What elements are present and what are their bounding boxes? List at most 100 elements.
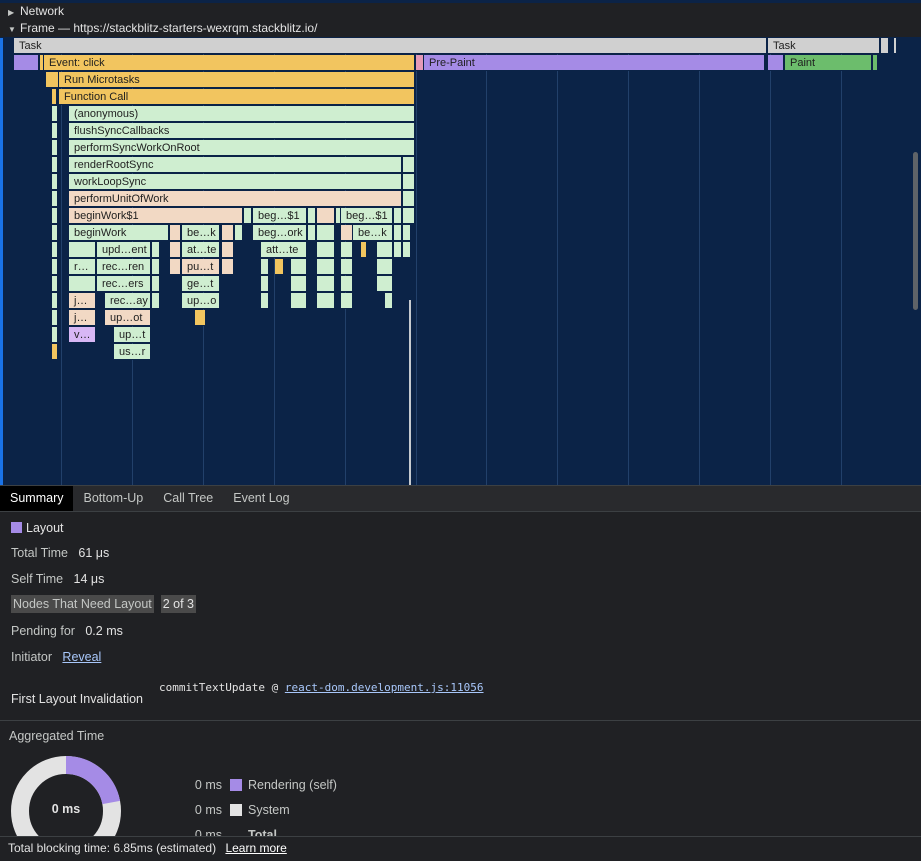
reveal-link[interactable]: Reveal <box>62 650 101 664</box>
flame-layout[interactable] <box>768 55 784 71</box>
flame-fn[interactable] <box>52 310 58 326</box>
flame-fn[interactable] <box>377 276 393 292</box>
flame-fn[interactable] <box>52 259 58 275</box>
flame-get-t[interactable]: ge…t <box>182 276 220 292</box>
flame-fn[interactable] <box>341 276 353 292</box>
flame-function-call[interactable]: Function Call <box>59 89 415 105</box>
flame-fn[interactable] <box>52 174 58 190</box>
flame-fn[interactable] <box>52 293 58 309</box>
flame-render-root-sync[interactable]: renderRootSync <box>69 157 402 173</box>
flame-fn[interactable] <box>403 208 415 224</box>
flame-begin-work-k1[interactable]: be…k <box>182 225 220 241</box>
flame-style[interactable] <box>416 55 424 71</box>
flame-fn[interactable] <box>152 259 160 275</box>
flame-flush-sync-callbacks[interactable]: flushSyncCallbacks <box>69 123 415 139</box>
flame-fn[interactable] <box>341 242 353 258</box>
flame-update-component[interactable]: upd…ent <box>97 242 151 258</box>
flame-fn[interactable] <box>403 225 411 241</box>
flame-push-t[interactable]: pu…t <box>182 259 220 275</box>
flame-fn[interactable] <box>403 157 415 173</box>
flame-fn[interactable] <box>361 242 367 258</box>
flame-fn[interactable] <box>170 225 181 241</box>
flame-fn[interactable] <box>152 293 160 309</box>
flame-reconcile-ay[interactable]: rec…ay <box>105 293 151 309</box>
flame-fn[interactable] <box>291 293 307 309</box>
flame-paint[interactable]: Paint <box>785 55 872 71</box>
flame-fn[interactable] <box>317 208 335 224</box>
flame-fn[interactable] <box>341 225 353 241</box>
flame-begin-work-ork[interactable]: beg…ork <box>253 225 307 241</box>
flame-layout-selected[interactable] <box>14 55 39 71</box>
flame-fn[interactable] <box>52 123 58 139</box>
flame-begin-work-1c[interactable]: beg…$1 <box>341 208 393 224</box>
flame-fn[interactable] <box>52 327 58 343</box>
flame-fn[interactable] <box>341 259 353 275</box>
flame-j2[interactable]: j… <box>69 310 96 326</box>
flame-script[interactable] <box>46 72 59 88</box>
flame-v[interactable]: v… <box>69 327 96 343</box>
flame-up-o[interactable]: up…o <box>182 293 220 309</box>
flame-fn[interactable] <box>403 191 415 207</box>
flame-fn[interactable] <box>317 293 335 309</box>
flame-fn[interactable] <box>377 242 393 258</box>
flame-up-t[interactable]: up…t <box>114 327 151 343</box>
flame-up-ot[interactable]: up…ot <box>105 310 151 326</box>
tab-bottom-up[interactable]: Bottom-Up <box>73 486 153 511</box>
flame-run-microtasks[interactable]: Run Microtasks <box>59 72 415 88</box>
flame-begin-work-1[interactable]: beginWork$1 <box>69 208 243 224</box>
flame-fn[interactable] <box>291 259 307 275</box>
flame-fn[interactable] <box>244 208 252 224</box>
flame-fn[interactable] <box>69 242 96 258</box>
flame-script[interactable] <box>52 89 57 105</box>
flame-fn[interactable] <box>308 208 316 224</box>
flame-fn[interactable] <box>261 293 269 309</box>
tab-call-tree[interactable]: Call Tree <box>153 486 223 511</box>
flame-fn[interactable] <box>195 310 206 326</box>
flame-pre-paint[interactable]: Pre-Paint <box>424 55 765 71</box>
flame-fn[interactable] <box>52 344 58 360</box>
flame-anonymous[interactable]: (anonymous) <box>69 106 415 122</box>
flame-fn[interactable] <box>341 293 353 309</box>
flame-fn[interactable] <box>222 225 234 241</box>
flame-fn[interactable] <box>52 225 58 241</box>
tab-event-log[interactable]: Event Log <box>223 486 299 511</box>
flame-fn[interactable] <box>261 259 269 275</box>
flame-fn[interactable] <box>222 259 234 275</box>
flame-fn[interactable] <box>52 140 58 156</box>
frame-track-header[interactable]: ▼ Frame — https://stackblitz-starters-wex… <box>0 20 921 37</box>
flame-us-r[interactable]: us…r <box>114 344 151 360</box>
flame-attach-te[interactable]: at…te <box>182 242 220 258</box>
flame-task[interactable] <box>881 38 889 54</box>
flame-fn[interactable] <box>170 259 181 275</box>
flame-fn[interactable] <box>170 242 181 258</box>
timeline-scrollbar[interactable] <box>913 152 918 310</box>
flame-fn[interactable] <box>394 225 402 241</box>
flame-task[interactable]: Task <box>768 38 880 54</box>
flame-chart[interactable]: ▶ Network ▼ Frame — https://stackblitz-sta… <box>0 0 921 485</box>
flame-fn[interactable] <box>152 276 160 292</box>
flame-fn[interactable] <box>261 276 269 292</box>
flame-attach-te-2[interactable]: att…te <box>261 242 307 258</box>
flame-fn[interactable] <box>317 242 335 258</box>
flame-begin-work-k2[interactable]: be…k <box>353 225 393 241</box>
flame-fn[interactable] <box>317 276 335 292</box>
flame-event-click[interactable]: Event: click <box>44 55 415 71</box>
flame-fn[interactable] <box>52 157 58 173</box>
flame-begin-work-1b[interactable]: beg…$1 <box>253 208 307 224</box>
flame-fn[interactable] <box>52 208 58 224</box>
flame-fn[interactable] <box>52 191 58 207</box>
flame-fn[interactable] <box>69 276 96 292</box>
flame-work-loop-sync[interactable]: workLoopSync <box>69 174 402 190</box>
flame-fn[interactable] <box>152 242 160 258</box>
flame-j1[interactable]: j… <box>69 293 96 309</box>
flame-perform-unit-of-work[interactable]: performUnitOfWork <box>69 191 402 207</box>
flame-fn[interactable] <box>403 242 411 258</box>
flame-fn[interactable] <box>52 242 58 258</box>
flame-fn[interactable] <box>394 242 402 258</box>
flame-fn[interactable] <box>52 106 58 122</box>
flame-fn[interactable] <box>317 259 335 275</box>
flame-fn[interactable] <box>291 276 307 292</box>
flame-fn[interactable] <box>317 225 335 241</box>
source-link[interactable]: react-dom.development.js:11056 <box>285 681 484 694</box>
flame-fn[interactable] <box>377 259 393 275</box>
